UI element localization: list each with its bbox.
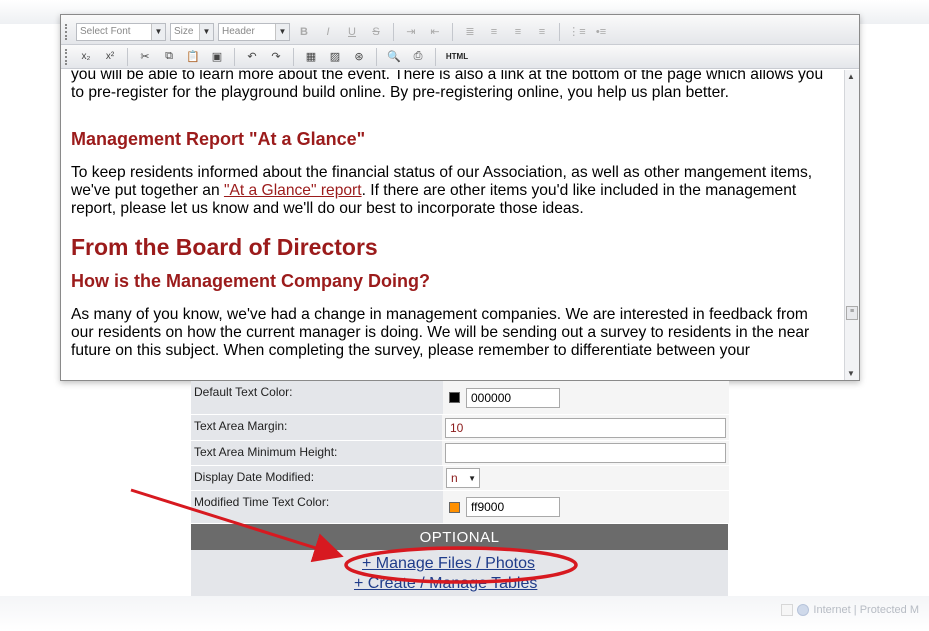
report-paragraph: To keep residents informed about the fin… — [71, 164, 834, 218]
subscript-icon[interactable]: x₂ — [76, 48, 96, 66]
text-area-margin-cell — [442, 415, 729, 440]
toolbar-row-tools: x₂ x² ✂ ⧉ 📋 ▣ ↶ ↷ ▦ ▨ ⊛ 🔍 ⎙ HTML — [61, 45, 859, 69]
preview-icon[interactable]: 🔍 — [384, 48, 404, 66]
insert-link-icon[interactable]: ⊛ — [349, 48, 369, 66]
default-text-color-label: Default Text Color: — [191, 381, 443, 414]
settings-row-text-area-min-height: Text Area Minimum Height: — [191, 441, 729, 466]
header-select-label: Header — [222, 26, 255, 37]
unordered-list-icon[interactable]: •≡ — [591, 23, 611, 41]
insert-image-icon[interactable]: ▨ — [325, 48, 345, 66]
toolbar-separator — [452, 22, 453, 41]
modified-time-color-label: Modified Time Text Color: — [191, 491, 443, 523]
undo-icon[interactable]: ↶ — [242, 48, 262, 66]
company-heading: How is the Management Company Doing? — [71, 271, 431, 291]
ordered-list-icon[interactable]: ⋮≡ — [567, 23, 587, 41]
chevron-down-icon: ▼ — [199, 23, 213, 40]
align-right-icon[interactable]: ≡ — [532, 23, 552, 41]
chevron-down-icon: ▼ — [468, 473, 476, 483]
bold-icon[interactable]: B — [294, 23, 314, 41]
strikethrough-icon[interactable]: S — [366, 23, 386, 41]
optional-section-header: OPTIONAL — [191, 524, 728, 550]
display-date-modified-value: n — [451, 471, 458, 485]
size-select[interactable]: Size ▼ — [170, 22, 214, 41]
toolbar-separator — [559, 22, 560, 41]
scroll-up-icon[interactable]: ▲ — [847, 72, 855, 81]
cut-icon[interactable]: ✂ — [135, 48, 155, 66]
page-icon — [781, 604, 794, 616]
toolbar-separator — [393, 22, 394, 41]
copy-icon[interactable]: ⧉ — [159, 48, 179, 66]
text-area-min-height-input[interactable] — [445, 443, 726, 463]
font-select-label: Select Font — [80, 26, 131, 37]
justify-icon[interactable]: ≣ — [460, 23, 480, 41]
print-icon[interactable]: ⎙ — [408, 48, 428, 66]
superscript-icon[interactable]: x² — [100, 48, 120, 66]
rich-text-editor[interactable]: Select Font ▼ Size ▼ Header ▼ B I U S ⇥ … — [60, 14, 860, 381]
security-zone-text: Internet | Protected M — [813, 604, 919, 616]
modified-time-color-cell — [443, 491, 729, 523]
board-heading: From the Board of Directors — [71, 234, 378, 260]
status-bar: Internet | Protected M — [781, 604, 919, 616]
settings-table: Default Text Color: Text Area Margin: Te… — [191, 381, 729, 524]
modified-time-color-input[interactable] — [466, 497, 560, 517]
text-area-min-height-label: Text Area Minimum Height: — [191, 441, 442, 465]
size-select-label: Size — [174, 26, 194, 37]
intro-paragraph: you will be able to learn more about the… — [71, 70, 824, 101]
align-center-icon[interactable]: ≡ — [508, 23, 528, 41]
at-a-glance-link[interactable]: "At a Glance" report — [224, 182, 362, 199]
header-select[interactable]: Header ▼ — [218, 22, 290, 41]
manage-files-photos-link[interactable]: + Manage Files / Photos — [362, 555, 535, 573]
default-text-color-cell — [443, 381, 729, 414]
toolbar-grip[interactable] — [65, 23, 68, 40]
settings-row-default-text-color: Default Text Color: — [191, 381, 729, 415]
toolbar-grip[interactable] — [65, 48, 68, 65]
display-date-modified-label: Display Date Modified: — [191, 466, 443, 490]
paste-word-icon[interactable]: ▣ — [207, 48, 227, 66]
company-paragraph: As many of you know, we've had a change … — [71, 306, 810, 359]
scroll-thumb[interactable]: ≡ — [846, 306, 858, 320]
text-area-margin-label: Text Area Margin: — [191, 415, 442, 440]
chevron-down-icon: ▼ — [275, 23, 289, 40]
settings-row-text-area-margin: Text Area Margin: — [191, 415, 729, 441]
font-select[interactable]: Select Font ▼ — [76, 22, 166, 41]
report-heading: Management Report "At a Glance" — [71, 129, 366, 149]
scroll-down-icon[interactable]: ▼ — [847, 369, 855, 378]
underline-icon[interactable]: U — [342, 23, 362, 41]
paste-icon[interactable]: 📋 — [183, 48, 203, 66]
toolbar-separator — [376, 47, 377, 66]
editor-content[interactable]: you will be able to learn more about the… — [61, 70, 844, 380]
toolbar-separator — [127, 47, 128, 66]
create-manage-tables-link[interactable]: + Create / Manage Tables — [354, 575, 537, 593]
insert-table-icon[interactable]: ▦ — [301, 48, 321, 66]
settings-row-display-date-modified: Display Date Modified: n ▼ — [191, 466, 729, 491]
display-date-modified-cell: n ▼ — [443, 466, 729, 490]
text-area-margin-input[interactable] — [445, 417, 726, 438]
toolbar-separator — [435, 47, 436, 66]
redo-icon[interactable]: ↷ — [266, 48, 286, 66]
indent-icon[interactable]: ⇥ — [401, 23, 421, 41]
toolbar-separator — [293, 47, 294, 66]
settings-row-modified-time-color: Modified Time Text Color: — [191, 491, 729, 524]
text-area-min-height-cell — [442, 441, 729, 465]
align-left-icon[interactable]: ≡ — [484, 23, 504, 41]
chevron-down-icon: ▼ — [151, 23, 165, 40]
toolbar-separator — [234, 47, 235, 66]
color-swatch[interactable] — [449, 392, 460, 403]
html-view-button[interactable]: HTML — [443, 48, 471, 66]
italic-icon[interactable]: I — [318, 23, 338, 41]
display-date-modified-select[interactable]: n ▼ — [446, 468, 480, 488]
default-text-color-input[interactable] — [466, 387, 560, 408]
editor-scrollbar[interactable]: ▲ ≡ ▼ — [844, 70, 859, 380]
globe-icon — [797, 604, 810, 616]
outdent-icon[interactable]: ⇤ — [425, 23, 445, 41]
color-swatch[interactable] — [449, 501, 460, 513]
toolbar-row-formatting: Select Font ▼ Size ▼ Header ▼ B I U S ⇥ … — [61, 15, 859, 45]
